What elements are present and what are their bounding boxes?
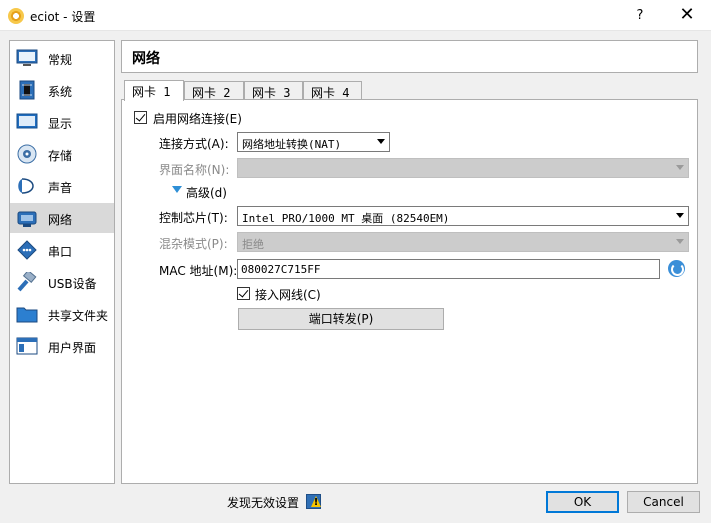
sidebar-item-system[interactable]: 系统 [10, 75, 114, 105]
sidebar-item-label: 网络 [48, 213, 73, 227]
chevron-down-icon [676, 239, 684, 244]
sidebar-item-usb[interactable]: USB设备 [10, 267, 114, 297]
serial-port-icon [17, 240, 37, 260]
promiscuous-mode-select[interactable]: 拒绝 [237, 232, 689, 252]
sidebar-item-label: 串口 [48, 245, 73, 259]
adapter-type-value: Intel PRO/1000 MT 桌面 (82540EM) [242, 212, 450, 225]
interface-name-label: 界面名称(N): [159, 163, 230, 177]
general-icon [16, 49, 38, 66]
tab-adapter-2[interactable]: 网卡 2 [184, 81, 244, 100]
mac-address-value: 080027C715FF [241, 263, 321, 276]
network-icon [17, 211, 37, 227]
sidebar-item-shared-folders[interactable]: 共享文件夹 [10, 299, 114, 329]
audio-icon [18, 178, 34, 194]
tab-adapter-3[interactable]: 网卡 3 [244, 81, 303, 100]
help-button[interactable]: ? [628, 6, 652, 26]
sidebar-item-label: 用户界面 [48, 341, 97, 355]
sidebar-item-label: 系统 [48, 85, 73, 99]
usb-icon [17, 272, 37, 292]
cable-connected-label: 接入网线(C) [255, 288, 321, 302]
chevron-down-icon [676, 213, 684, 218]
enable-adapter-label: 启用网络连接(E) [153, 112, 242, 126]
chevron-down-icon [676, 165, 684, 170]
user-interface-icon [16, 337, 38, 355]
title-bar: eciot - 设置 ? ✕ [0, 0, 711, 31]
sidebar-item-storage[interactable]: 存储 [10, 139, 114, 169]
attached-to-label: 连接方式(A): [159, 137, 229, 151]
invalid-settings-label: 发现无效设置 [227, 496, 300, 510]
app-icon [8, 8, 24, 24]
sidebar-item-general[interactable]: 常规 [10, 43, 114, 73]
chevron-down-icon [377, 139, 385, 144]
warning-icon[interactable] [306, 494, 321, 509]
attached-to-select[interactable]: 网络地址转换(NAT) [237, 132, 390, 152]
mac-address-label: MAC 地址(M): [159, 264, 238, 278]
close-button[interactable]: ✕ [672, 4, 702, 26]
promiscuous-mode-value: 拒绝 [242, 238, 264, 251]
tab-adapter-4[interactable]: 网卡 4 [303, 81, 362, 100]
attached-to-value: 网络地址转换(NAT) [242, 138, 342, 151]
sidebar-item-label: 常规 [48, 53, 73, 67]
sidebar-item-label: USB设备 [48, 277, 97, 291]
adapter-type-select[interactable]: Intel PRO/1000 MT 桌面 (82540EM) [237, 206, 689, 226]
sidebar-item-label: 显示 [48, 117, 73, 131]
sidebar-item-network[interactable]: 网络 [10, 203, 114, 233]
adapter-panel: 启用网络连接(E) 连接方式(A): 网络地址转换(NAT) 界面名称(N): … [121, 99, 698, 484]
tab-adapter-1[interactable]: 网卡 1 [124, 80, 184, 101]
interface-name-select[interactable] [237, 158, 689, 178]
sidebar-item-label: 存储 [48, 149, 73, 163]
enable-adapter-checkbox[interactable] [134, 111, 147, 124]
section-header: 网络 [121, 40, 698, 73]
ok-button[interactable]: OK [546, 491, 619, 513]
advanced-toggle[interactable]: 高级(d) [186, 184, 227, 201]
adapter-type-label: 控制芯片(T): [159, 211, 228, 225]
refresh-mac-icon[interactable] [668, 260, 685, 277]
window-title: eciot - 设置 [30, 10, 96, 24]
display-icon [16, 113, 38, 129]
settings-sidebar: 常规 系统 显示 存储 声音 网络 串口 USB设备 共享文件夹 用户界面 [9, 40, 115, 484]
sidebar-item-audio[interactable]: 声音 [10, 171, 114, 201]
sidebar-item-user-interface[interactable]: 用户界面 [10, 331, 114, 361]
system-icon [19, 80, 35, 100]
shared-folder-icon [16, 307, 38, 323]
sidebar-item-display[interactable]: 显示 [10, 107, 114, 137]
sidebar-item-label: 声音 [48, 181, 73, 195]
cable-connected-checkbox[interactable] [237, 287, 250, 300]
sidebar-item-serial[interactable]: 串口 [10, 235, 114, 265]
cancel-button[interactable]: Cancel [627, 491, 700, 513]
sidebar-item-label: 共享文件夹 [48, 309, 109, 323]
promiscuous-mode-label: 混杂模式(P): [159, 237, 228, 251]
expand-triangle-icon[interactable] [172, 186, 182, 193]
storage-icon [17, 144, 37, 164]
mac-address-input[interactable]: 080027C715FF [237, 259, 660, 279]
port-forwarding-button[interactable]: 端口转发(P) [238, 308, 444, 330]
section-title: 网络 [132, 51, 160, 67]
